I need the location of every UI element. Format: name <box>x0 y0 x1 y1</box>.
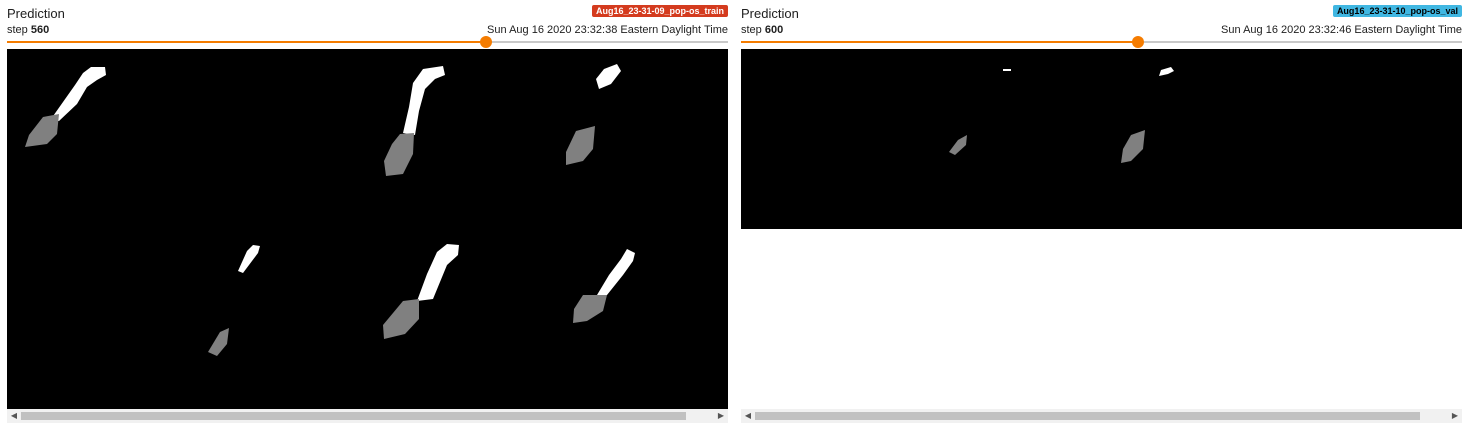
scroll-right-arrow-icon[interactable]: ▶ <box>1448 409 1462 423</box>
step-label: step <box>741 24 762 36</box>
card-title: Prediction <box>7 6 65 21</box>
prediction-image <box>7 49 728 409</box>
wall-time: Sun Aug 16 2020 23:32:38 Eastern Dayligh… <box>487 24 728 36</box>
prediction-image <box>741 49 1462 229</box>
slider-thumb[interactable] <box>1131 36 1144 48</box>
wall-time: Sun Aug 16 2020 23:32:46 Eastern Dayligh… <box>1221 24 1462 36</box>
step-label: step <box>7 24 28 36</box>
scroll-left-arrow-icon[interactable]: ◀ <box>741 409 755 423</box>
card-title: Prediction <box>741 6 799 21</box>
step-value: 600 <box>764 24 784 36</box>
scroll-thumb[interactable] <box>21 412 687 420</box>
step-indicator: step 560 <box>7 24 49 36</box>
scroll-right-arrow-icon[interactable]: ▶ <box>714 409 728 423</box>
image-card-val: Prediction Aug16_23-31-10_pop-os_val ste… <box>741 0 1462 436</box>
run-label-chip: Aug16_23-31-10_pop-os_val <box>1332 5 1462 17</box>
horizontal-scrollbar[interactable]: ◀ ▶ <box>7 409 728 423</box>
step-slider[interactable] <box>7 36 728 48</box>
scroll-thumb[interactable] <box>755 412 1421 420</box>
segmentation-mask <box>741 49 1462 229</box>
image-card-train: Prediction Aug16_23-31-09_pop-os_train s… <box>7 0 728 436</box>
horizontal-scrollbar[interactable]: ◀ ▶ <box>741 409 1462 423</box>
slider-fill <box>741 41 1138 43</box>
segmentation-mask <box>7 49 728 409</box>
slider-fill <box>7 41 487 43</box>
run-label-chip: Aug16_23-31-09_pop-os_train <box>591 5 728 17</box>
step-slider[interactable] <box>741 36 1462 48</box>
slider-thumb[interactable] <box>480 36 493 48</box>
scroll-left-arrow-icon[interactable]: ◀ <box>7 409 21 423</box>
step-indicator: step 600 <box>741 24 783 36</box>
step-value: 560 <box>30 24 50 36</box>
